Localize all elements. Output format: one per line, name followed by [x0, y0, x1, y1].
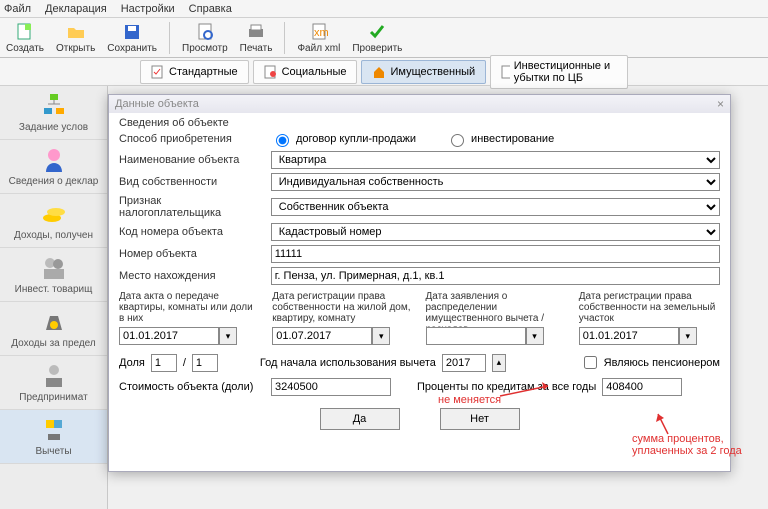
- menu-settings[interactable]: Настройки: [121, 3, 175, 15]
- print-button[interactable]: Печать: [240, 22, 273, 54]
- tab-property[interactable]: Имущественный: [361, 60, 486, 84]
- check-icon: [367, 22, 387, 42]
- tab-standard[interactable]: Стандартные: [140, 60, 249, 84]
- date-application-input[interactable]: [426, 327, 526, 345]
- tree-icon: [40, 92, 68, 120]
- open-button[interactable]: Открыть: [56, 22, 95, 54]
- separator: [169, 22, 170, 54]
- ownership-type-label: Вид собственности: [119, 176, 265, 188]
- dialog-title: Данные объекта: [115, 98, 199, 110]
- date-act-label: Дата акта о передаче квартиры, комнаты и…: [119, 291, 260, 325]
- radio-investment[interactable]: инвестирование: [446, 131, 554, 147]
- object-name-label: Наименование объекта: [119, 154, 265, 166]
- tab-investments[interactable]: Инвестиционные и убытки по ЦБ: [490, 55, 628, 89]
- object-name-select[interactable]: Квартира: [271, 151, 720, 169]
- yes-button[interactable]: Да: [320, 408, 400, 430]
- interest-label: Проценты по кредитам за все годы: [417, 381, 596, 393]
- sidebar-item-entrepreneur[interactable]: Предпринимат: [0, 356, 107, 410]
- document-red-icon: [264, 65, 278, 79]
- date-act-input[interactable]: [119, 327, 219, 345]
- money-bag-icon: [40, 308, 68, 336]
- check-button[interactable]: Проверить: [352, 22, 402, 54]
- share-denominator-input[interactable]: [192, 354, 218, 372]
- briefcase-person-icon: [40, 362, 68, 390]
- share-numerator-input[interactable]: [151, 354, 177, 372]
- location-input[interactable]: [271, 267, 720, 285]
- date-reg-land-input[interactable]: [579, 327, 679, 345]
- date-picker-icon[interactable]: ▾: [372, 327, 390, 345]
- sidebar-item-conditions[interactable]: Задание услов: [0, 86, 107, 140]
- cost-input[interactable]: [271, 378, 391, 396]
- share-label: Доля: [119, 357, 145, 369]
- object-code-select[interactable]: Кадастровый номер: [271, 223, 720, 241]
- sidebar-item-income-abroad[interactable]: Доходы за предел: [0, 302, 107, 356]
- date-reg-home-label: Дата регистрации права собственности на …: [272, 291, 413, 325]
- toolbar: Создать Открыть Сохранить Просмотр Печат…: [0, 18, 768, 58]
- preview-icon: [195, 22, 215, 42]
- separator: [284, 22, 285, 54]
- interest-input[interactable]: [602, 378, 682, 396]
- year-spinner-icon[interactable]: ▴: [492, 354, 506, 372]
- sidebar: Задание услов Сведения о деклар Доходы, …: [0, 86, 108, 509]
- deduction-tabs: Стандартные Социальные Имущественный Инв…: [0, 58, 768, 86]
- location-label: Место нахождения: [119, 270, 265, 282]
- radio-purchase-contract[interactable]: договор купли-продажи: [271, 131, 416, 147]
- date-application-label: Дата заявления о распределении имуществе…: [426, 291, 567, 325]
- preview-button[interactable]: Просмотр: [182, 22, 228, 54]
- coins-icon: [40, 200, 68, 228]
- people-icon: [40, 254, 68, 282]
- pensioner-checkbox[interactable]: Являюсь пенсионером: [580, 353, 720, 372]
- save-icon: [122, 22, 142, 42]
- sidebar-item-invest-partnership[interactable]: Инвест. товарищ: [0, 248, 107, 302]
- date-reg-home-input[interactable]: [272, 327, 372, 345]
- object-code-label: Код номера объекта: [119, 226, 265, 238]
- year-start-label: Год начала использования вычета: [260, 357, 436, 369]
- svg-text:xml: xml: [314, 27, 329, 39]
- no-button[interactable]: Нет: [440, 408, 520, 430]
- document-check-icon: [151, 65, 165, 79]
- xml-file-icon: xml: [309, 22, 329, 42]
- object-number-input[interactable]: [271, 245, 720, 263]
- house-icon: [372, 65, 386, 79]
- menu-declaration[interactable]: Декларация: [45, 3, 107, 15]
- acquisition-method-label: Способ приобретения: [119, 133, 265, 145]
- date-reg-land-label: Дата регистрации права собственности на …: [579, 291, 720, 325]
- print-icon: [246, 22, 266, 42]
- create-button[interactable]: Создать: [6, 22, 44, 54]
- date-picker-icon[interactable]: ▾: [526, 327, 544, 345]
- save-button[interactable]: Сохранить: [107, 22, 157, 54]
- object-data-dialog: Данные объекта × Сведения об объекте Спо…: [108, 94, 731, 472]
- menu-help[interactable]: Справка: [189, 3, 232, 15]
- new-document-icon: [15, 22, 35, 42]
- taxpayer-sign-label: Признак налогоплательщика: [119, 195, 265, 219]
- object-number-label: Номер объекта: [119, 248, 265, 260]
- menubar: Файл Декларация Настройки Справка: [0, 0, 768, 18]
- close-icon[interactable]: ×: [717, 97, 724, 111]
- date-picker-icon[interactable]: ▾: [679, 327, 697, 345]
- person-icon: [40, 146, 68, 174]
- sidebar-item-income[interactable]: Доходы, получен: [0, 194, 107, 248]
- menu-file[interactable]: Файл: [4, 3, 31, 15]
- ownership-type-select[interactable]: Индивидуальная собственность: [271, 173, 720, 191]
- taxpayer-sign-select[interactable]: Собственник объекта: [271, 198, 720, 216]
- sidebar-item-declarant[interactable]: Сведения о деклар: [0, 140, 107, 194]
- dialog-titlebar: Данные объекта ×: [109, 95, 730, 113]
- filexml-button[interactable]: xml Файл xml: [297, 22, 340, 54]
- section-heading: Сведения об объекте: [119, 117, 720, 129]
- sidebar-item-deductions[interactable]: Вычеты: [0, 410, 107, 464]
- document-icon: [501, 65, 510, 79]
- date-picker-icon[interactable]: ▾: [219, 327, 237, 345]
- deductions-icon: [40, 416, 68, 444]
- cost-label: Стоимость объекта (доли): [119, 381, 265, 393]
- year-start-input[interactable]: [442, 354, 486, 372]
- tab-social[interactable]: Социальные: [253, 60, 358, 84]
- folder-open-icon: [66, 22, 86, 42]
